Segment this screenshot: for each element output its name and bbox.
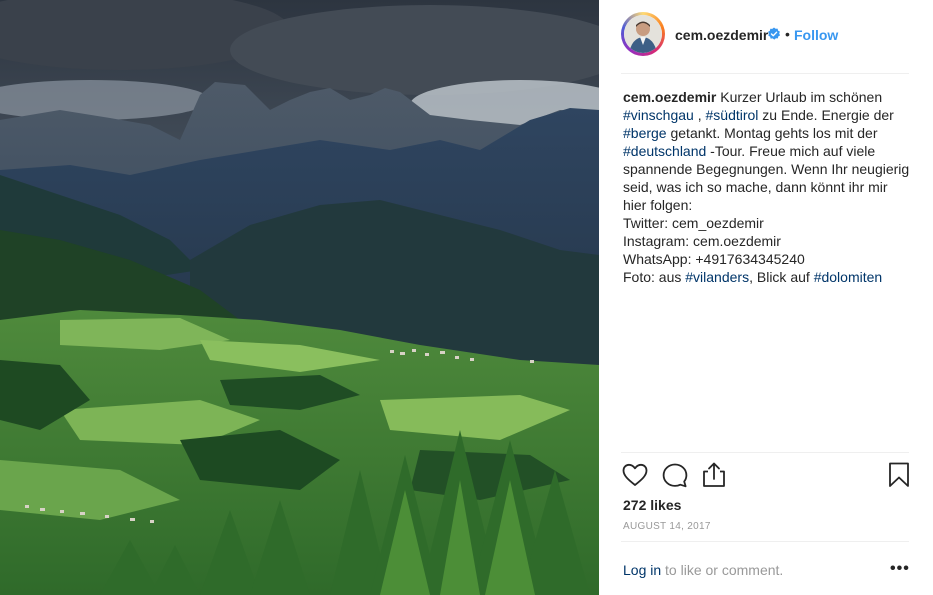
comment-button[interactable] <box>662 463 688 488</box>
caption-text-7: , Blick auf <box>749 269 814 285</box>
post-date[interactable]: AUGUST 14, 2017 <box>623 521 711 532</box>
caption-whatsapp: WhatsApp: +4917634345240 <box>623 251 805 267</box>
caption-instagram: Instagram: cem.oezdemir <box>623 233 781 249</box>
post-header: cem.oezdemir • Follow <box>599 0 933 72</box>
avatar-photo <box>624 15 662 53</box>
verified-badge-icon <box>768 27 781 40</box>
caption-text-2: , <box>693 107 706 123</box>
hashtag-deutschland[interactable]: #deutschland <box>623 143 706 159</box>
header-divider <box>621 73 909 74</box>
hashtag-dolomiten[interactable]: #dolomiten <box>814 269 883 285</box>
hashtag-vilanders[interactable]: #vilanders <box>685 269 749 285</box>
share-icon <box>703 462 725 487</box>
more-options-button[interactable]: ••• <box>890 560 910 578</box>
follow-button[interactable]: Follow <box>794 27 838 43</box>
caption-text-6: Foto: aus <box>623 269 686 285</box>
share-button[interactable] <box>702 462 726 488</box>
bookmark-icon <box>889 462 909 487</box>
login-prompt: Log in to like or comment. <box>623 562 783 578</box>
save-button[interactable] <box>888 462 910 488</box>
caption-text-3: zu Ende. Energie der <box>758 107 894 123</box>
caption-text-1: Kurzer Urlaub im schönen <box>716 89 883 105</box>
like-button[interactable] <box>622 463 648 487</box>
username[interactable]: cem.oezdemir <box>675 27 768 43</box>
post-sidebar: cem.oezdemir • Follow cem.oezdemir Kurze… <box>599 0 933 595</box>
login-suffix: to like or comment. <box>661 562 784 578</box>
caption-twitter: Twitter: cem_oezdemir <box>623 215 764 231</box>
instagram-post: cem.oezdemir • Follow cem.oezdemir Kurze… <box>0 0 933 595</box>
caption-text-4: getankt. Montag gehts los mit der <box>666 125 878 141</box>
mountain-landscape-image <box>0 0 599 595</box>
hashtag-berge[interactable]: #berge <box>623 125 667 141</box>
login-link[interactable]: Log in <box>623 562 661 578</box>
comment-icon <box>662 463 688 488</box>
post-caption: cem.oezdemir Kurzer Urlaub im schönen #v… <box>623 88 913 286</box>
post-photo[interactable] <box>0 0 599 595</box>
hashtag-suedtirol[interactable]: #südtirol <box>706 107 759 123</box>
avatar[interactable] <box>621 12 665 56</box>
hashtag-vinschgau[interactable]: #vinschgau <box>623 107 694 123</box>
footer-divider <box>621 541 909 542</box>
header-separator: • <box>785 26 790 42</box>
actions-divider <box>621 452 909 453</box>
heart-icon <box>622 463 648 486</box>
likes-count[interactable]: 272 likes <box>623 497 681 513</box>
caption-username[interactable]: cem.oezdemir <box>623 89 716 105</box>
